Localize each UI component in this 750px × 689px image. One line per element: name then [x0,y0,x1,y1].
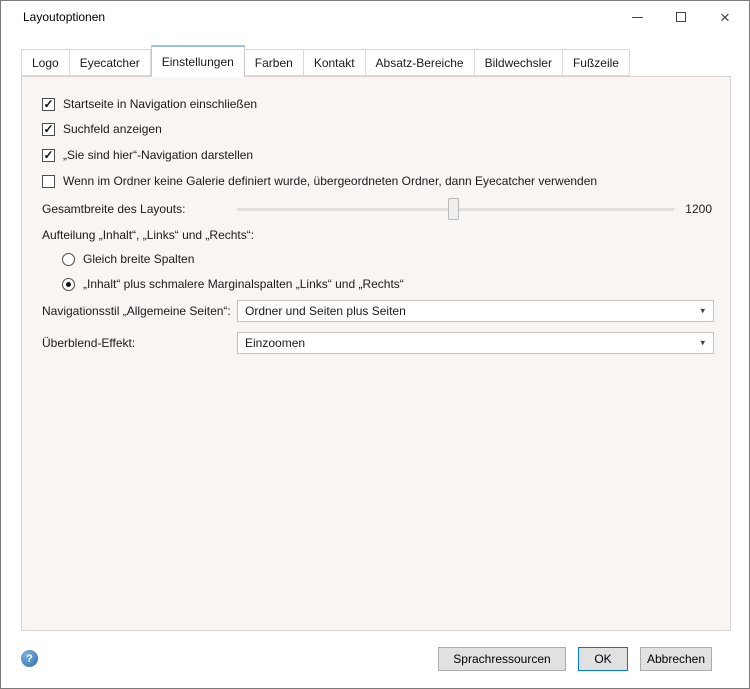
close-button[interactable]: × [703,1,747,33]
tab-farben[interactable]: Farben [245,49,304,76]
dropdown-value: Einzoomen [245,336,305,350]
split-section-label: Aufteilung „Inhalt“, „Links“ und „Rechts… [42,228,254,242]
window-title: Layoutoptionen [23,10,105,24]
maximize-button[interactable] [659,1,703,33]
check-icon: ✓ [43,98,53,110]
chevron-down-icon: ▾ [700,338,705,347]
checkbox-row-sie-sind-hier[interactable]: ✓ „Sie sind hier“-Navigation darstellen [42,147,712,163]
checkbox-sie-sind-hier[interactable]: ✓ [42,149,55,162]
radio-label: Gleich breite Spalten [83,252,194,266]
checkbox-row-startseite[interactable]: ✓ Startseite in Navigation einschließen [42,96,712,112]
radio-row-inhalt-marginalspalten[interactable]: „Inhalt“ plus schmalere Marginalspalten … [62,276,712,292]
checkbox-row-galerie-fallback[interactable]: Wenn im Ordner keine Galerie definiert w… [42,173,712,189]
settings-panel: ✓ Startseite in Navigation einschließen … [21,76,731,631]
check-icon: ✓ [43,149,53,161]
ueberblend-dropdown[interactable]: Einzoomen ▾ [237,332,714,354]
ueberblend-label: Überblend-Effekt: [42,336,135,350]
tab-einstellungen[interactable]: Einstellungen [151,45,245,77]
abbrechen-button[interactable]: Abbrechen [640,647,712,671]
footer-buttons: Sprachressourcen OK Abbrechen [438,647,712,671]
layout-width-slider[interactable] [237,197,674,221]
tab-logo[interactable]: Logo [21,49,70,76]
checkbox-label: Wenn im Ordner keine Galerie definiert w… [63,174,597,188]
check-icon: ✓ [43,123,53,135]
tab-kontakt[interactable]: Kontakt [304,49,366,76]
navigationsstil-label: Navigationsstil „Allgemeine Seiten“: [42,304,231,318]
help-icon: ? [26,653,33,665]
navigationsstil-dropdown[interactable]: Ordner und Seiten plus Seiten ▾ [237,300,714,322]
split-section-label-row: Aufteilung „Inhalt“, „Links“ und „Rechts… [42,227,712,243]
dropdown-value: Ordner und Seiten plus Seiten [245,304,406,318]
radio-row-gleich-breit[interactable]: Gleich breite Spalten [62,251,712,267]
slider-thumb[interactable] [448,198,459,220]
checkbox-label: Suchfeld anzeigen [63,122,162,136]
sprachressourcen-button[interactable]: Sprachressourcen [438,647,566,671]
radio-gleich-breit[interactable] [62,253,75,266]
help-button[interactable]: ? [21,650,38,667]
tab-bildwechsler[interactable]: Bildwechsler [475,49,563,76]
tab-strip: Logo Eyecatcher Einstellungen Farben Kon… [21,45,630,76]
tab-absatz-bereiche[interactable]: Absatz-Bereiche [366,49,475,76]
window-controls: × [615,1,747,33]
minimize-button[interactable] [615,1,659,33]
tab-fusszeile[interactable]: Fußzeile [563,49,630,76]
checkbox-galerie-fallback[interactable] [42,175,55,188]
slider-value: 1200 [685,197,712,221]
close-icon: × [720,9,730,26]
titlebar: Layoutoptionen × [1,1,749,33]
minimize-icon [632,17,643,18]
checkbox-label: „Sie sind hier“-Navigation darstellen [63,148,253,162]
checkbox-row-suchfeld[interactable]: ✓ Suchfeld anzeigen [42,121,712,137]
ok-button[interactable]: OK [578,647,628,671]
checkbox-label: Startseite in Navigation einschließen [63,97,257,111]
layout-options-dialog: Layoutoptionen × Logo Eyecatcher Einstel… [0,0,750,689]
chevron-down-icon: ▾ [700,306,705,315]
checkbox-suchfeld[interactable]: ✓ [42,123,55,136]
radio-label: „Inhalt“ plus schmalere Marginalspalten … [83,277,404,291]
slider-label: Gesamtbreite des Layouts: [42,202,185,216]
checkbox-startseite[interactable]: ✓ [42,98,55,111]
tab-eyecatcher[interactable]: Eyecatcher [70,49,151,76]
radio-dot [66,282,71,287]
radio-inhalt-marginalspalten[interactable] [62,278,75,291]
maximize-icon [676,12,686,22]
